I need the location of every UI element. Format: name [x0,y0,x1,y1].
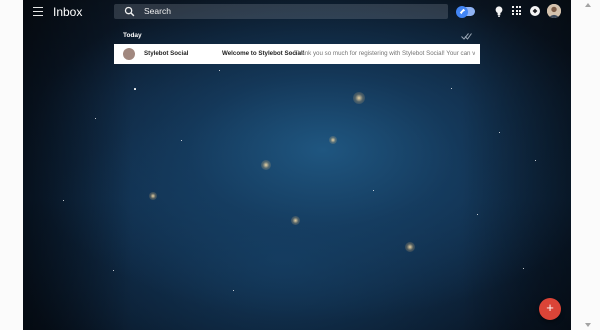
compose-button[interactable]: + [539,298,561,320]
background-star [499,132,501,134]
background-star [63,200,64,201]
avatar[interactable] [547,4,561,18]
sender-avatar [123,48,135,60]
pin-icon [456,5,468,18]
email-snippet: – Thank you so much for registering with… [289,50,475,57]
email-sender: Stylebot Social [144,50,189,57]
left-margin [0,0,23,330]
background-star [405,242,415,252]
background-star [134,88,136,90]
background-star [233,290,234,291]
background-star [535,160,536,161]
scroll-up-icon[interactable] [585,3,591,7]
background-star [523,268,524,269]
search-icon [124,6,135,17]
background-star [95,118,96,119]
app-header: Inbox Search [23,0,571,23]
scroll-down-icon[interactable] [585,323,591,327]
bulb-icon[interactable] [495,6,503,17]
background-star [373,190,374,191]
list-item[interactable]: Stylebot Social Welcome to Stylebot Soci… [114,44,480,64]
page-title: Inbox [53,5,83,19]
plus-icon: + [546,300,554,315]
scrollbar[interactable] [571,0,600,330]
search-input[interactable]: Search [114,4,448,19]
menu-icon[interactable] [33,7,43,16]
section-label: Today [123,32,142,39]
sweep-icon[interactable] [461,32,472,40]
notification-icon[interactable] [530,6,540,16]
background-star [451,88,452,89]
background-star [261,160,271,170]
background-star [113,270,114,271]
background-star [291,216,300,225]
apps-icon[interactable] [512,6,521,15]
toggle-switch[interactable] [456,5,475,18]
inbox-app: Inbox Search Today Stylebot Social Welco… [23,0,571,330]
background-star [149,192,157,200]
background-star [181,140,182,141]
search-placeholder: Search [144,6,171,16]
background-star [329,136,337,144]
background-star [477,214,478,215]
background-star [219,70,220,71]
background-star [353,92,365,104]
